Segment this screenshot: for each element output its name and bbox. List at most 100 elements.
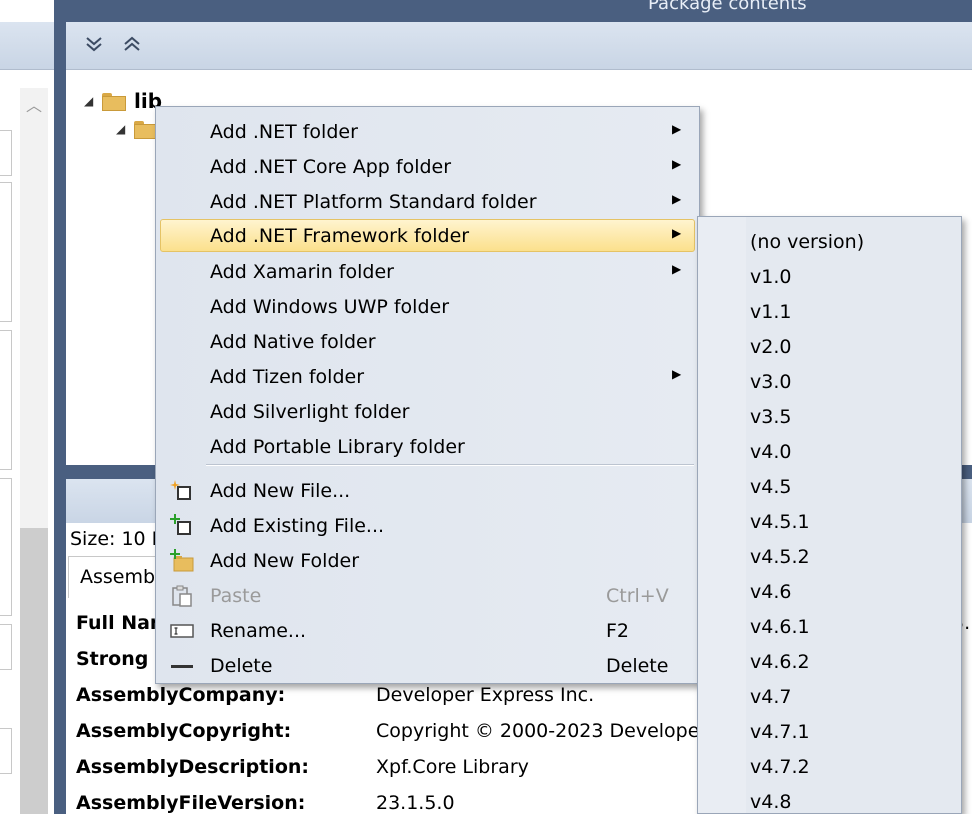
- prop-key-company: AssemblyCompany:: [76, 684, 286, 706]
- scroll-up-icon[interactable]: ︿: [20, 88, 48, 124]
- menu-item-label: Add .NET Platform Standard folder: [210, 191, 537, 213]
- double-chevron-down-icon: [86, 37, 102, 52]
- menu-item-add-net-core-app-folder[interactable]: Add .NET Core App folder ▶: [160, 150, 695, 183]
- tree-node-lib[interactable]: ◢ lib: [84, 87, 162, 115]
- rename-icon: [170, 624, 194, 638]
- menu-item-label: Add .NET Core App folder: [210, 156, 452, 178]
- menu-item-label: Add Silverlight folder: [210, 401, 410, 423]
- submenu-item-v4-6-1[interactable]: v4.6.1: [750, 616, 810, 638]
- menu-item-add-tizen-folder[interactable]: Add Tizen folder ▶: [160, 360, 695, 393]
- prop-key-description: AssemblyDescription:: [76, 756, 309, 778]
- submenu-item-v4-5-2[interactable]: v4.5.2: [750, 546, 810, 568]
- left-field[interactable]: [0, 130, 12, 176]
- submenu-item-no-version[interactable]: (no version): [750, 231, 864, 253]
- left-field[interactable]: [0, 330, 12, 470]
- expand-triangle-icon[interactable]: ◢: [116, 122, 134, 136]
- new-folder-icon: [170, 549, 194, 572]
- submenu-item-v2-0[interactable]: v2.0: [750, 336, 791, 358]
- menu-item-label: Add New File...: [210, 480, 351, 502]
- menu-item-label: Add Portable Library folder: [210, 436, 465, 458]
- submenu-item-v4-7[interactable]: v4.7: [750, 686, 791, 708]
- double-chevron-up-icon: [124, 36, 140, 51]
- left-scrollbar[interactable]: ︿: [20, 88, 48, 814]
- submenu-item-v4-0[interactable]: v4.0: [750, 441, 791, 463]
- left-panel: ︿: [0, 0, 54, 814]
- submenu-arrow-icon: ▶: [672, 226, 682, 240]
- menu-item-rename[interactable]: Rename... F2: [160, 614, 695, 647]
- delete-icon: [171, 665, 193, 668]
- menu-item-add-xamarin-folder[interactable]: Add Xamarin folder ▶: [160, 255, 695, 288]
- submenu-arrow-icon: ▶: [672, 157, 682, 171]
- menu-item-label: Add Tizen folder: [210, 366, 365, 388]
- menu-item-add-native-folder[interactable]: Add Native folder: [160, 325, 695, 358]
- new-file-icon: [170, 480, 191, 500]
- context-menu: Add .NET folder ▶ Add .NET Core App fold…: [155, 106, 700, 684]
- menu-item-add-net-folder[interactable]: Add .NET folder ▶: [160, 115, 695, 148]
- submenu-item-v4-7-1[interactable]: v4.7.1: [750, 721, 810, 743]
- menu-item-add-new-file[interactable]: Add New File...: [160, 474, 695, 507]
- menu-item-label: Add New Folder: [210, 550, 360, 572]
- menu-item-paste[interactable]: Paste Ctrl+V: [160, 579, 695, 612]
- size-label: Size: 10 M: [70, 528, 169, 550]
- left-toolbar: [0, 22, 54, 70]
- paste-icon: [172, 585, 192, 607]
- menu-item-label: Paste: [210, 585, 262, 607]
- menu-item-label: Add Xamarin folder: [210, 261, 394, 283]
- submenu-item-v1-0[interactable]: v1.0: [750, 266, 791, 288]
- prop-key-full-name: Full Nar: [76, 612, 160, 634]
- menu-item-add-net-framework-folder[interactable]: Add .NET Framework folder ▶: [160, 219, 695, 252]
- menu-item-label: Add .NET folder: [210, 121, 358, 143]
- scrollbar-thumb[interactable]: [20, 528, 48, 814]
- package-toolbar: [66, 22, 972, 70]
- menu-item-add-portable-library-folder[interactable]: Add Portable Library folder: [160, 430, 695, 463]
- submenu-item-v4-5-1[interactable]: v4.5.1: [750, 511, 810, 533]
- left-field[interactable]: [0, 182, 12, 322]
- submenu-item-v3-5[interactable]: v3.5: [750, 406, 791, 428]
- prop-key-file-version: AssemblyFileVersion:: [76, 792, 306, 814]
- submenu-item-v4-6[interactable]: v4.6: [750, 581, 791, 603]
- submenu-item-v4-7-2[interactable]: v4.7.2: [750, 756, 810, 778]
- add-existing-file-icon: [170, 514, 191, 535]
- submenu-item-v4-8[interactable]: v4.8: [750, 791, 791, 813]
- left-field[interactable]: [0, 728, 12, 774]
- submenu-arrow-icon: ▶: [672, 367, 682, 381]
- menu-shortcut: Ctrl+V: [606, 585, 669, 607]
- tab-label: Assemb: [80, 566, 156, 588]
- menu-item-add-silverlight-folder[interactable]: Add Silverlight folder: [160, 395, 695, 428]
- menu-item-add-existing-file[interactable]: Add Existing File...: [160, 509, 695, 542]
- menu-shortcut: F2: [606, 620, 630, 642]
- menu-item-add-windows-uwp-folder[interactable]: Add Windows UWP folder: [160, 290, 695, 323]
- submenu-arrow-icon: ▶: [672, 192, 682, 206]
- prop-value-file-version: 23.1.5.0: [376, 792, 455, 814]
- menu-separator: [206, 464, 694, 466]
- prop-key-copyright: AssemblyCopyright:: [76, 720, 292, 742]
- submenu-arrow-icon: ▶: [672, 262, 682, 276]
- submenu-item-v3-0[interactable]: v3.0: [750, 371, 791, 393]
- pane-splitter[interactable]: [54, 0, 66, 814]
- submenu-gutter: [698, 217, 746, 813]
- submenu-item-v4-6-2[interactable]: v4.6.2: [750, 651, 810, 673]
- menu-item-label: Add Native folder: [210, 331, 376, 353]
- menu-item-label: Add Windows UWP folder: [210, 296, 450, 318]
- menu-item-add-new-folder[interactable]: Add New Folder: [160, 544, 695, 577]
- collapse-all-button[interactable]: [80, 34, 108, 60]
- menu-item-label: Rename...: [210, 620, 307, 642]
- submenu-arrow-icon: ▶: [672, 122, 682, 136]
- menu-shortcut: Delete: [606, 655, 669, 677]
- left-field[interactable]: [0, 478, 12, 616]
- submenu-item-v1-1[interactable]: v1.1: [750, 301, 791, 323]
- package-contents-header: Package contents: [66, 0, 972, 22]
- prop-value-company: Developer Express Inc.: [376, 684, 595, 706]
- menu-item-label: Delete: [210, 655, 273, 677]
- left-field[interactable]: [0, 624, 12, 670]
- submenu-item-v4-5[interactable]: v4.5: [750, 476, 791, 498]
- pane-title: Package contents: [648, 0, 807, 14]
- prop-value-description: Xpf.Core Library: [376, 756, 529, 778]
- prop-value-copyright: Copyright © 2000-2023 Develope: [376, 720, 700, 742]
- menu-item-add-net-platform-standard-folder[interactable]: Add .NET Platform Standard folder ▶: [160, 185, 695, 218]
- expand-triangle-icon[interactable]: ◢: [84, 94, 102, 108]
- menu-item-label: Add Existing File...: [210, 515, 385, 537]
- menu-item-label: Add .NET Framework folder: [210, 225, 470, 247]
- menu-item-delete[interactable]: Delete Delete: [160, 649, 695, 682]
- expand-all-button[interactable]: [118, 34, 146, 60]
